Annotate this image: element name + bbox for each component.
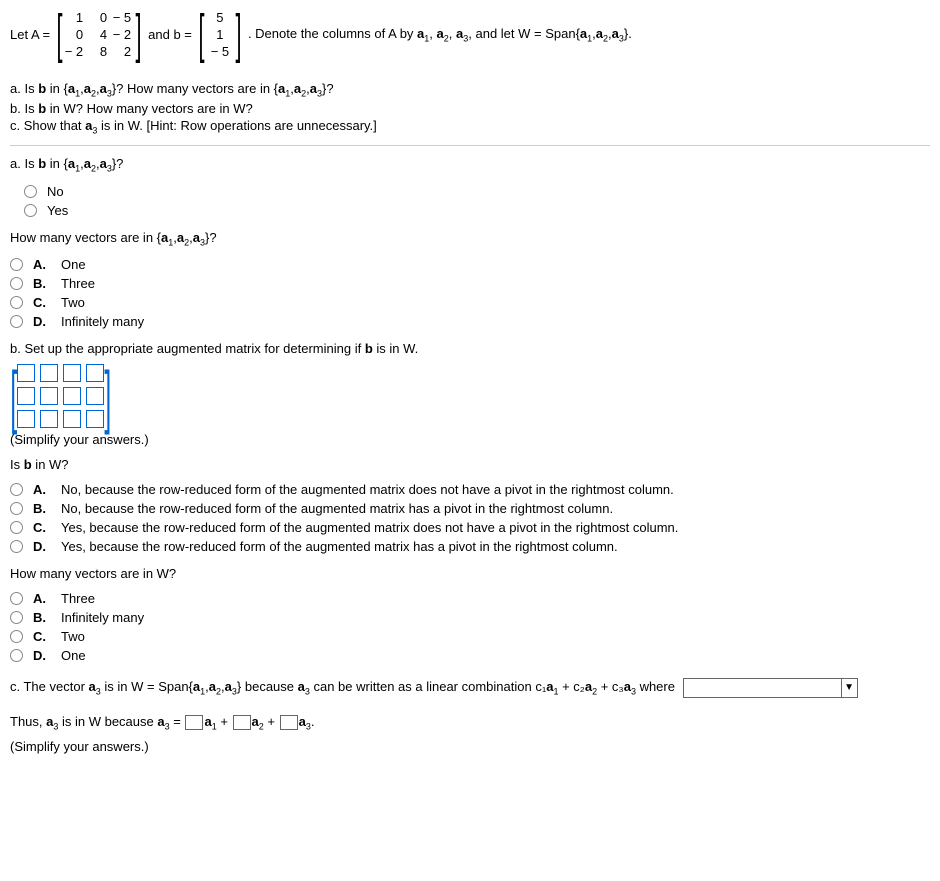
radio-icon[interactable] (10, 258, 23, 271)
qb2-option-c[interactable]: C.Yes, because the row-reduced form of t… (10, 518, 930, 537)
matrix-b: [ 5 1 − 5 ] (198, 10, 242, 59)
qb2-options: A.No, because the row-reduced form of th… (10, 480, 930, 556)
qa2-label: How many vectors are in {a1,a2,a3}? (10, 230, 930, 248)
qb2-label: Is b in W? (10, 457, 930, 472)
radio-icon[interactable] (10, 592, 23, 605)
chevron-down-icon: ▼ (841, 679, 857, 697)
matrix-input[interactable] (86, 364, 104, 382)
radio-icon[interactable] (10, 649, 23, 662)
radio-icon[interactable] (24, 204, 37, 217)
matrix-input[interactable] (40, 410, 58, 428)
matrix-input[interactable] (40, 387, 58, 405)
qa-option-yes[interactable]: Yes (24, 201, 930, 220)
radio-icon[interactable] (10, 315, 23, 328)
qb3-option-c[interactable]: C.Two (10, 627, 930, 646)
qa-options: No Yes (10, 182, 930, 220)
radio-icon[interactable] (10, 540, 23, 553)
qb2-option-d[interactable]: D.Yes, because the row-reduced form of t… (10, 537, 930, 556)
qb-label: b. Set up the appropriate augmented matr… (10, 341, 930, 356)
matrix-input[interactable] (86, 387, 104, 405)
qb3-options: A.Three B.Infinitely many C.Two D.One (10, 589, 930, 665)
qc-dropdown[interactable]: ▼ (683, 678, 858, 698)
radio-icon[interactable] (10, 483, 23, 496)
matrix-input[interactable] (63, 387, 81, 405)
matrix-a: [ 10− 5 04− 2 − 282 ] (56, 10, 142, 59)
radio-icon[interactable] (10, 277, 23, 290)
qc2-hint: (Simplify your answers.) (10, 739, 149, 754)
problem-statement: Let A = [ 10− 5 04− 2 − 282 ] and b = [ … (10, 10, 930, 59)
qc-statement: c. The vector a3 is in W = Span{a1,a2,a3… (10, 675, 930, 700)
radio-icon[interactable] (10, 521, 23, 534)
matrix-input[interactable] (17, 387, 35, 405)
matrix-input[interactable] (63, 410, 81, 428)
question-b: b. Is b in W? How many vectors are in W? (10, 101, 930, 116)
matrix-input[interactable] (17, 364, 35, 382)
qb3-option-a[interactable]: A.Three (10, 589, 930, 608)
denote-text: . Denote the columns of A by a1, a2, a3,… (248, 26, 632, 44)
radio-icon[interactable] (24, 185, 37, 198)
qb3-option-d[interactable]: D.One (10, 646, 930, 665)
qb3-option-b[interactable]: B.Infinitely many (10, 608, 930, 627)
qa2-option-a[interactable]: A.One (10, 255, 930, 274)
and-b-label: and b = (148, 27, 192, 42)
qa2-options: A.One B.Three C.Two D.Infinitely many (10, 255, 930, 331)
qa2-option-c[interactable]: C.Two (10, 293, 930, 312)
question-list: a. Is b in {a1,a2,a3}? How many vectors … (10, 73, 930, 146)
coefficient-input-1[interactable] (185, 715, 203, 730)
qa2-option-d[interactable]: D.Infinitely many (10, 312, 930, 331)
coefficient-input-2[interactable] (233, 715, 251, 730)
question-a: a. Is b in {a1,a2,a3}? How many vectors … (10, 81, 930, 99)
radio-icon[interactable] (10, 296, 23, 309)
let-a-label: Let A = (10, 27, 50, 42)
matrix-input[interactable] (63, 364, 81, 382)
coefficient-input-3[interactable] (280, 715, 298, 730)
qb2-option-b[interactable]: B.No, because the row-reduced form of th… (10, 499, 930, 518)
radio-icon[interactable] (10, 502, 23, 515)
augmented-matrix: [ ] (10, 364, 930, 428)
qb-hint: (Simplify your answers.) (10, 432, 930, 447)
qb3-label: How many vectors are in W? (10, 566, 930, 581)
question-c: c. Show that a3 is in W. [Hint: Row oper… (10, 118, 930, 136)
qc2-statement: Thus, a3 is in W because a3 = a1 + a2 + … (10, 710, 930, 758)
matrix-input[interactable] (40, 364, 58, 382)
qa-label: a. Is b in {a1,a2,a3}? (10, 156, 930, 174)
radio-icon[interactable] (10, 611, 23, 624)
qa2-option-b[interactable]: B.Three (10, 274, 930, 293)
matrix-input[interactable] (17, 410, 35, 428)
matrix-input[interactable] (86, 410, 104, 428)
qa-option-no[interactable]: No (24, 182, 930, 201)
qb2-option-a[interactable]: A.No, because the row-reduced form of th… (10, 480, 930, 499)
radio-icon[interactable] (10, 630, 23, 643)
